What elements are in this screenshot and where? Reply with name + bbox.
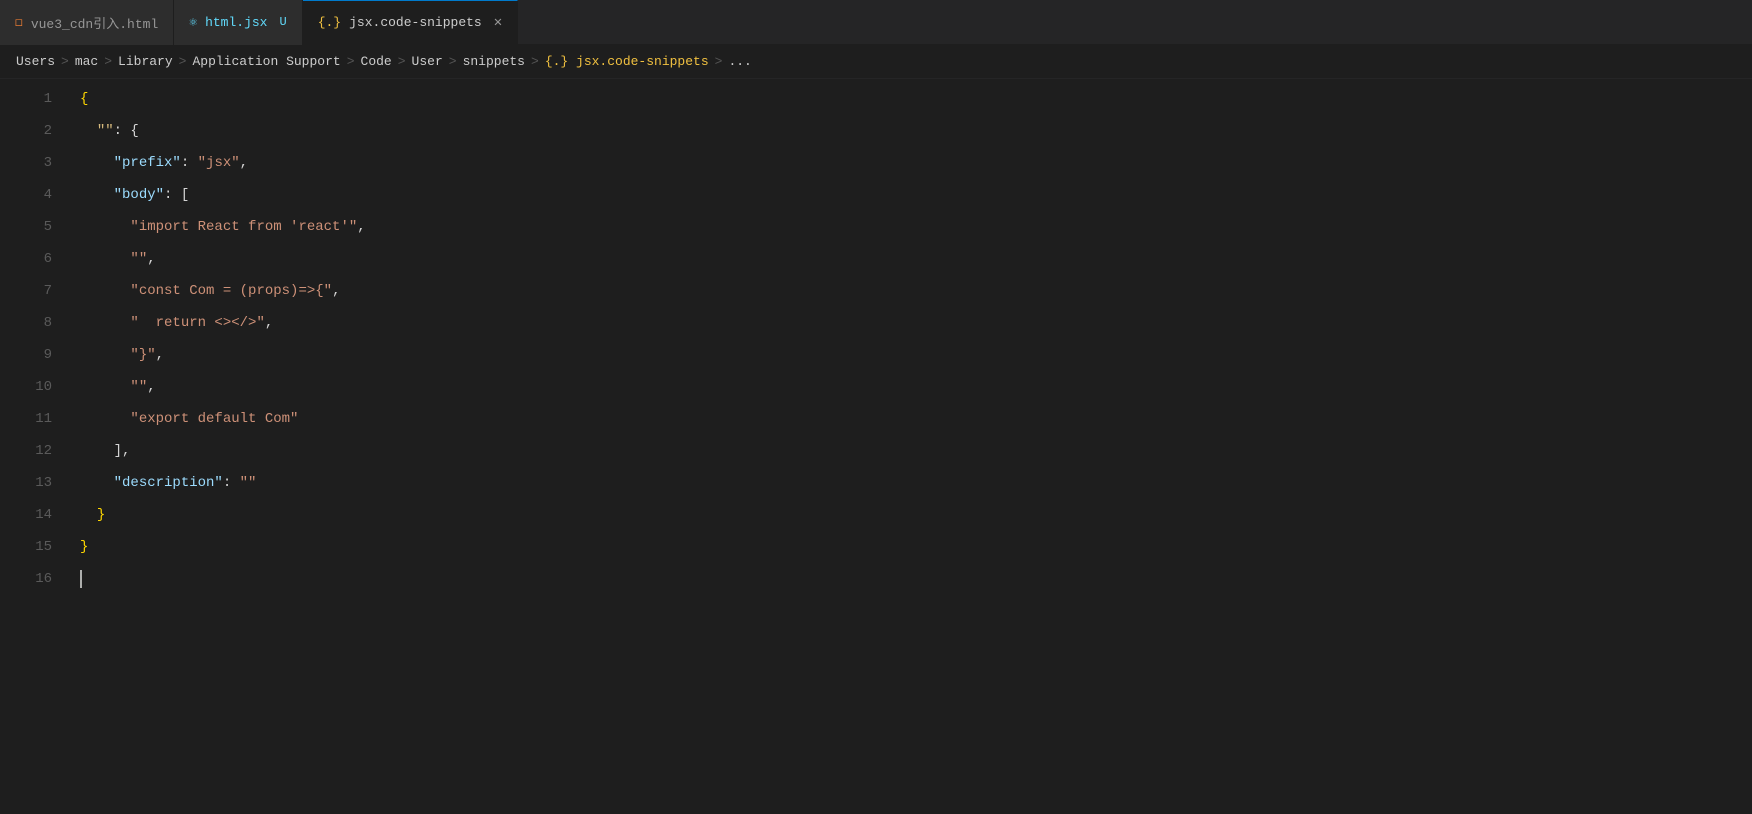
- tab-html-label: vue3_cdn引入.html: [31, 13, 158, 32]
- code-line-2: "": {: [80, 115, 1752, 147]
- breadcrumb-user[interactable]: User: [412, 54, 443, 69]
- line-number-8: 8: [0, 307, 52, 339]
- line-number-13: 13: [0, 467, 52, 499]
- breadcrumb-mac[interactable]: mac: [75, 54, 98, 69]
- code-line-8: " return <></>",: [80, 307, 1752, 339]
- tab-jsx-modified-badge: U: [280, 15, 287, 29]
- line-number-11: 11: [0, 403, 52, 435]
- code-line-11: "export default Com": [80, 403, 1752, 435]
- snippet-icon: {.}: [318, 15, 341, 30]
- line-number-16: 16: [0, 563, 52, 595]
- line-number-4: 4: [0, 179, 52, 211]
- code-line-15: }: [80, 531, 1752, 563]
- code-line-1: {: [80, 83, 1752, 115]
- tab-snippets[interactable]: {.} jsx.code-snippets ✕: [303, 0, 518, 45]
- code-line-4: "body": [: [80, 179, 1752, 211]
- code-line-14: }: [80, 499, 1752, 531]
- breadcrumb-snippet-file[interactable]: {.} jsx.code-snippets: [545, 54, 709, 69]
- line-numbers: 12345678910111213141516: [0, 83, 72, 814]
- tab-html[interactable]: ◻ vue3_cdn引入.html: [0, 0, 174, 45]
- line-number-14: 14: [0, 499, 52, 531]
- code-line-12: ],: [80, 435, 1752, 467]
- breadcrumb-library[interactable]: Library: [118, 54, 173, 69]
- breadcrumb-sep-7: >: [531, 54, 539, 69]
- code-line-6: "",: [80, 243, 1752, 275]
- line-number-5: 5: [0, 211, 52, 243]
- breadcrumb-code[interactable]: Code: [361, 54, 392, 69]
- tab-snippets-close[interactable]: ✕: [494, 14, 502, 31]
- breadcrumb-sep-2: >: [104, 54, 112, 69]
- code-line-10: "",: [80, 371, 1752, 403]
- code-line-9: "}",: [80, 339, 1752, 371]
- line-number-2: 2: [0, 115, 52, 147]
- breadcrumb-users[interactable]: Users: [16, 54, 55, 69]
- html-icon: ◻: [15, 15, 23, 30]
- tab-jsx-label: html.jsx: [205, 15, 267, 30]
- line-number-10: 10: [0, 371, 52, 403]
- line-number-6: 6: [0, 243, 52, 275]
- breadcrumb-sep-8: >: [715, 54, 723, 69]
- code-line-3: "prefix": "jsx",: [80, 147, 1752, 179]
- editor: 12345678910111213141516 { "": { "prefix"…: [0, 79, 1752, 814]
- code-line-5: "import React from 'react'",: [80, 211, 1752, 243]
- code-line-16: [80, 563, 1752, 595]
- breadcrumb-snippets[interactable]: snippets: [463, 54, 525, 69]
- breadcrumb-sep-1: >: [61, 54, 69, 69]
- code-line-7: "const Com = (props)=>{",: [80, 275, 1752, 307]
- code-line-13: "description": "": [80, 467, 1752, 499]
- tab-bar: ◻ vue3_cdn引入.html ⚛ html.jsx U {.} jsx.c…: [0, 0, 1752, 45]
- line-number-3: 3: [0, 147, 52, 179]
- line-number-15: 15: [0, 531, 52, 563]
- line-number-7: 7: [0, 275, 52, 307]
- line-number-1: 1: [0, 83, 52, 115]
- breadcrumb-sep-6: >: [449, 54, 457, 69]
- text-cursor: [80, 570, 82, 588]
- breadcrumb-appsupport[interactable]: Application Support: [192, 54, 340, 69]
- breadcrumb-sep-5: >: [398, 54, 406, 69]
- code-area[interactable]: { "": { "prefix": "jsx", "body": [ "impo…: [72, 83, 1752, 814]
- tab-jsx[interactable]: ⚛ html.jsx U: [174, 0, 302, 45]
- breadcrumb-ellipsis[interactable]: ...: [728, 54, 751, 69]
- react-icon: ⚛: [189, 15, 197, 30]
- breadcrumb-sep-4: >: [347, 54, 355, 69]
- tab-snippets-label: jsx.code-snippets: [349, 15, 482, 30]
- line-number-12: 12: [0, 435, 52, 467]
- breadcrumb: Users > mac > Library > Application Supp…: [0, 45, 1752, 79]
- breadcrumb-sep-3: >: [179, 54, 187, 69]
- line-number-9: 9: [0, 339, 52, 371]
